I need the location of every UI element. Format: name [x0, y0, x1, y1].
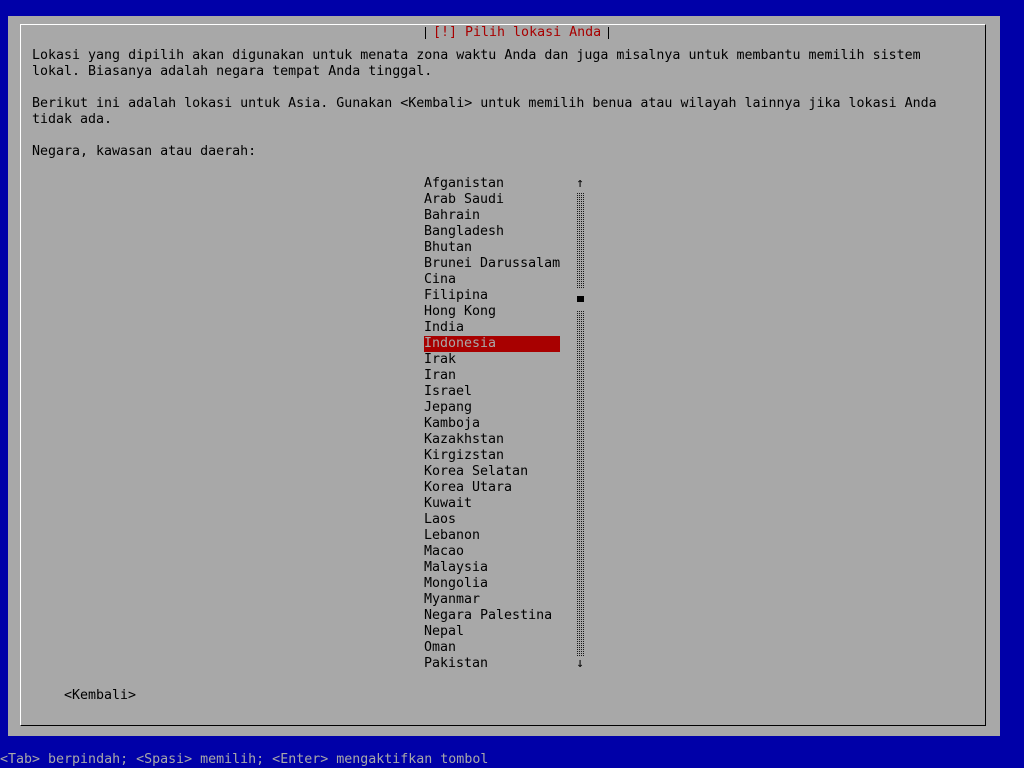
list-item[interactable]: Negara Palestina [424, 608, 560, 624]
list-item[interactable]: Iran [424, 368, 560, 384]
list-item[interactable]: Jepang [424, 400, 560, 416]
list-item[interactable]: Kazakhstan [424, 432, 560, 448]
scrollbar-track[interactable] [577, 192, 584, 656]
list-item[interactable]: Arab Saudi [424, 192, 560, 208]
list-item[interactable]: Filipina [424, 288, 560, 304]
list-item[interactable]: Lebanon [424, 528, 560, 544]
list-item[interactable]: Brunei Darussalam [424, 256, 560, 272]
list-item[interactable]: Kamboja [424, 416, 560, 432]
list-item[interactable]: Irak [424, 352, 560, 368]
list-item[interactable]: Bangladesh [424, 224, 560, 240]
description-line-2: lokal. Biasanya adalah negara tempat And… [32, 64, 433, 79]
list-item[interactable]: Pakistan [424, 656, 560, 672]
scrollbar-thumb[interactable] [577, 296, 584, 302]
list-item[interactable]: Malaysia [424, 560, 560, 576]
list-item[interactable]: Kirgizstan [424, 448, 560, 464]
help-bar: <Tab> berpindah; <Spasi> memilih; <Enter… [0, 752, 1024, 768]
arrow-up-icon[interactable]: ↑ [574, 176, 586, 192]
list-item[interactable]: Korea Utara [424, 480, 560, 496]
back-button[interactable]: <Kembali> [64, 688, 136, 704]
list-item[interactable]: Oman [424, 640, 560, 656]
list-scrollbar[interactable]: ↑ ↓ [574, 176, 586, 672]
list-item[interactable]: Korea Selatan [424, 464, 560, 480]
description-line-1: Lokasi yang dipilih akan digunakan untuk… [32, 48, 921, 63]
list-item-selected[interactable]: Indonesia [424, 336, 560, 352]
list-item[interactable]: Mongolia [424, 576, 560, 592]
list-item[interactable]: Afganistan [424, 176, 560, 192]
description-line-3: Berikut ini adalah lokasi untuk Asia. Gu… [32, 96, 937, 111]
list-item[interactable]: Laos [424, 512, 560, 528]
description-line-4: tidak ada. [32, 112, 113, 127]
arrow-down-icon[interactable]: ↓ [574, 656, 586, 672]
list-item[interactable]: Cina [424, 272, 560, 288]
list-item[interactable]: Bhutan [424, 240, 560, 256]
list-prompt: Negara, kawasan atau daerah: [32, 144, 257, 159]
list-item[interactable]: India [424, 320, 560, 336]
country-list[interactable]: Afganistan Arab Saudi Bahrain Bangladesh Bhu… [424, 176, 592, 672]
list-item[interactable]: Myanmar [424, 592, 560, 608]
dialog-title: [!] Pilih lokasi Anda [425, 25, 610, 41]
list-item[interactable]: Hong Kong [424, 304, 560, 320]
list-item[interactable]: Macao [424, 544, 560, 560]
list-item[interactable]: Kuwait [424, 496, 560, 512]
list-item[interactable]: Nepal [424, 624, 560, 640]
list-item[interactable]: Israel [424, 384, 560, 400]
installer-screen: [!] Pilih lokasi Anda Lokasi yang dipili… [0, 0, 1024, 768]
list-item[interactable]: Bahrain [424, 208, 560, 224]
